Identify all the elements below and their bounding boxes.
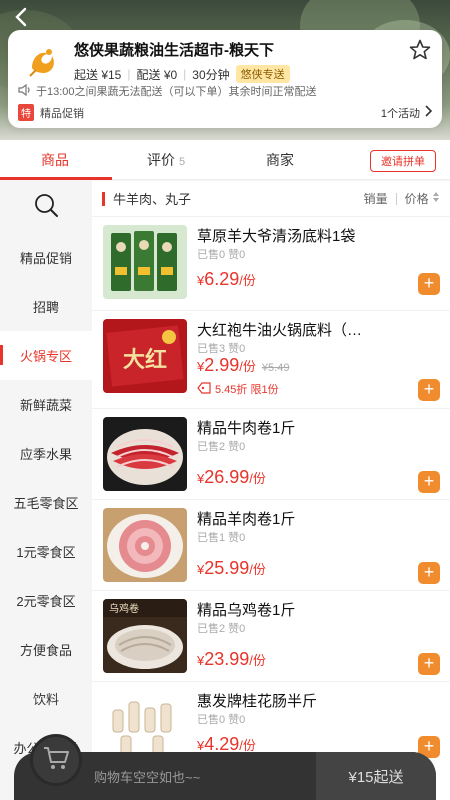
activity-count: 1个活动 [380, 107, 420, 120]
product-item[interactable]: 草原羊大爷清汤底料1袋 已售0 赞0 ¥6.29/份 + [92, 217, 450, 311]
cart-button[interactable] [30, 734, 82, 786]
delivery-fee: 配送 ¥0 [136, 67, 178, 82]
divider: | [127, 67, 131, 81]
tab-reviews[interactable]: 评价 5 [147, 150, 185, 170]
product-price: ¥23.99/份 [197, 649, 266, 669]
divider: | [183, 67, 187, 81]
product-title: 精品牛肉卷1斤 [197, 420, 296, 437]
shopping-cart-icon [42, 745, 70, 776]
sidebar-item-snacks-50c[interactable]: 五毛零食区 [0, 478, 92, 527]
review-count: 5 [179, 156, 186, 168]
promo-label: 精品促销 [40, 107, 84, 120]
product-sales: 已售2 赞0 [197, 441, 246, 453]
add-to-cart-button[interactable]: + [418, 273, 440, 295]
invite-group-button[interactable]: 邀请拼单 [370, 150, 436, 172]
product-price: ¥25.99/份 [197, 558, 266, 578]
product-item[interactable]: 乌鸡卷 精品乌鸡卷1斤 已售2 赞0 ¥23.99/份 + [92, 591, 450, 682]
add-to-cart-button[interactable]: + [418, 562, 440, 584]
store-logo [22, 40, 64, 82]
product-title: 草原羊大爷清汤底料1袋 [197, 228, 356, 245]
back-arrow-icon[interactable] [12, 6, 38, 32]
product-title: 惠发牌桂花肠半斤 [197, 693, 318, 710]
tab-merchant[interactable]: 商家 [266, 150, 294, 170]
promo-tag: 特 [18, 104, 34, 121]
list-header: 牛羊肉、丸子 销量 价格 [92, 181, 450, 217]
store-info-card[interactable]: 悠侠果蔬粮油生活超市-粮天下 起送 ¥15 | 配送 ¥0 | 30分钟 悠侠专… [8, 30, 442, 128]
product-image: 乌鸡卷 [103, 599, 187, 673]
active-tab-indicator [0, 177, 112, 180]
tab-products[interactable]: 商品 [41, 150, 69, 170]
product-item[interactable]: 精品牛肉卷1斤 已售2 赞0 ¥26.99/份 + [92, 409, 450, 500]
discount-info: 5.45折 限1份 [197, 381, 279, 397]
product-image [103, 417, 187, 491]
activity-link[interactable]: 1个活动 [380, 105, 433, 121]
discount-text: 5.45折 限1份 [215, 384, 279, 396]
sidebar-item-fruit[interactable]: 应季水果 [0, 429, 92, 478]
product-sales: 已售0 赞0 [197, 249, 246, 261]
add-to-cart-button[interactable]: + [418, 653, 440, 675]
sidebar-item-promo[interactable]: 精品促销 [0, 233, 92, 282]
sidebar-item-snacks-2[interactable]: 2元零食区 [0, 576, 92, 625]
notice-text: 于13:00之间果蔬无法配送（可以下单）其余时间正常配送 [36, 86, 317, 98]
sidebar-item-snacks-1[interactable]: 1元零食区 [0, 527, 92, 576]
category-sidebar: 精品促销 招聘 火锅专区 新鲜蔬菜 应季水果 五毛零食区 1元零食区 2元零食区… [0, 181, 92, 800]
search-icon [33, 192, 59, 223]
product-image: 大红 [103, 319, 187, 393]
tab-label: 商品 [41, 152, 69, 168]
product-sales: 已售0 赞0 [197, 714, 246, 726]
delivery-time: 30分钟 [192, 67, 230, 82]
divider [395, 192, 397, 205]
sort-arrows-icon [433, 192, 439, 202]
store-notice: 于13:00之间果蔬无法配送（可以下单）其余时间正常配送 [18, 83, 317, 99]
min-order: 起送 ¥15 [74, 67, 122, 82]
product-item[interactable]: 精品羊肉卷1斤 已售1 赞0 ¥25.99/份 + [92, 500, 450, 591]
original-price: ¥5.49 [261, 362, 290, 374]
product-title: 精品羊肉卷1斤 [197, 511, 296, 528]
store-tabs: 商品 评价 5 商家 邀请拼单 [0, 140, 450, 180]
product-title: 精品乌鸡卷1斤 [197, 602, 296, 619]
category-title: 牛羊肉、丸子 [113, 192, 192, 207]
product-price: ¥2.99/份 ¥5.49 [197, 355, 290, 375]
add-to-cart-button[interactable]: + [418, 471, 440, 493]
delivery-badge: 悠侠专送 [235, 65, 290, 83]
product-price: ¥26.99/份 [197, 467, 266, 487]
sidebar-item-drinks[interactable]: 饮料 [0, 674, 92, 723]
search-button[interactable] [0, 181, 92, 233]
checkout-button[interactable]: ¥15起送 [316, 752, 436, 800]
sidebar-item-hiring[interactable]: 招聘 [0, 282, 92, 331]
speaker-icon [18, 83, 32, 99]
sidebar-item-hotpot[interactable]: 火锅专区 [0, 331, 92, 380]
chevron-right-icon [424, 105, 433, 120]
sort-by-sales[interactable]: 销量 [364, 190, 388, 207]
promo-row[interactable]: 特 精品促销 1个活动 [18, 104, 433, 121]
product-item[interactable]: 大红 大红袍牛油火锅底料（… 已售3 赞0 ¥2.99/份 ¥5.49 5.45折… [92, 311, 450, 409]
product-image [103, 225, 187, 299]
product-sales: 已售3 赞0 [197, 343, 246, 355]
sort-by-price[interactable]: 价格 [405, 190, 440, 207]
favorite-star-icon[interactable] [408, 38, 432, 62]
product-list: 牛羊肉、丸子 销量 价格 草原羊大爷清汤底料1袋 已售0 赞0 ¥6.29/份 [92, 181, 450, 800]
svg-text:大红: 大红 [123, 347, 167, 373]
svg-text:乌鸡卷: 乌鸡卷 [109, 602, 139, 615]
tab-label: 商家 [266, 152, 294, 168]
product-image [103, 508, 187, 582]
product-sales: 已售2 赞0 [197, 623, 246, 635]
store-name: 悠侠果蔬粮油生活超市-粮天下 [74, 42, 274, 59]
sort-controls: 销量 价格 [364, 190, 450, 207]
tag-icon [197, 381, 211, 397]
category-marker [102, 191, 105, 206]
product-price: ¥6.29/份 [197, 269, 256, 289]
product-sales: 已售1 赞0 [197, 532, 246, 544]
add-to-cart-button[interactable]: + [418, 379, 440, 401]
tab-label: 评价 [147, 152, 175, 168]
product-title: 大红袍牛油火锅底料（… [197, 322, 363, 339]
sidebar-item-instant-food[interactable]: 方便食品 [0, 625, 92, 674]
sidebar-item-vegetables[interactable]: 新鲜蔬菜 [0, 380, 92, 429]
store-meta: 起送 ¥15 | 配送 ¥0 | 30分钟 悠侠专送 [74, 65, 290, 83]
